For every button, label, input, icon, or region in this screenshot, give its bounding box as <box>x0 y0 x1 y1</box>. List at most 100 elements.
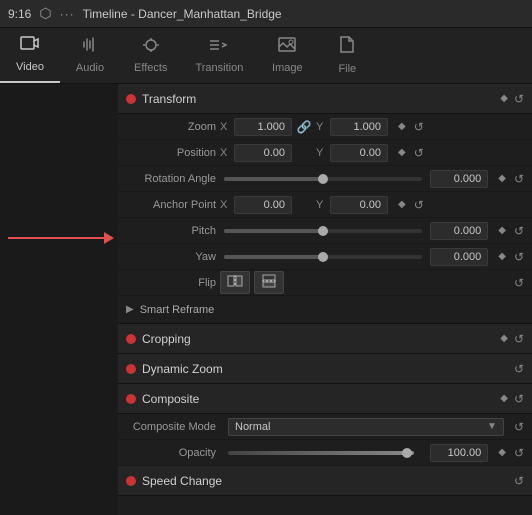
opacity-label: Opacity <box>126 447 216 459</box>
left-arrow-area <box>0 84 118 515</box>
rotation-row: Rotation Angle 0.000 ◆ ↺ <box>118 166 532 192</box>
dynamic-zoom-toggle[interactable] <box>126 364 136 374</box>
composite-mode-row: Composite Mode Normal ▼ ↺ <box>118 414 532 440</box>
pitch-slider-fill <box>224 229 323 233</box>
tab-effects[interactable]: Effects <box>120 28 181 83</box>
speed-change-actions: ↺ <box>514 474 524 488</box>
zoom-x-label: X <box>220 121 230 133</box>
transform-keyframe-icon[interactable]: ◆ <box>500 93 508 104</box>
transition-tab-icon <box>209 37 229 58</box>
tab-audio[interactable]: Audio <box>60 28 120 83</box>
flip-reset-icon[interactable]: ↺ <box>514 276 524 290</box>
pitch-slider[interactable] <box>224 229 422 233</box>
rotation-label: Rotation Angle <box>126 173 216 185</box>
topbar-app-icon: ⬡ <box>39 5 51 22</box>
transform-reset-icon[interactable]: ↺ <box>514 92 524 106</box>
anchor-x-value[interactable]: 0.00 <box>234 196 292 214</box>
composite-mode-label: Composite Mode <box>126 421 216 433</box>
flip-v-icon <box>261 274 277 288</box>
speed-change-reset-icon[interactable]: ↺ <box>514 474 524 488</box>
anchor-reset-icon[interactable]: ↺ <box>414 198 424 212</box>
pitch-row: Pitch 0.000 ◆ ↺ <box>118 218 532 244</box>
pitch-value[interactable]: 0.000 <box>430 222 488 240</box>
anchor-keyframe-icon[interactable]: ◆ <box>398 199 406 210</box>
zoom-y-value[interactable]: 1.000 <box>330 118 388 136</box>
composite-keyframe-icon[interactable]: ◆ <box>500 393 508 404</box>
position-keyframe-icon[interactable]: ◆ <box>398 147 406 158</box>
yaw-reset-icon[interactable]: ↺ <box>514 250 524 264</box>
rotation-slider[interactable] <box>224 177 422 181</box>
yaw-slider-thumb[interactable] <box>318 252 328 262</box>
speed-change-toggle[interactable] <box>126 476 136 486</box>
arrow-head-icon <box>104 232 114 244</box>
zoom-keyframe-icon[interactable]: ◆ <box>398 121 406 132</box>
transform-actions: ◆ ↺ <box>500 92 524 106</box>
composite-mode-dropdown[interactable]: Normal ▼ <box>228 418 504 436</box>
position-y-label: Y <box>316 147 326 159</box>
smart-reframe-label: Smart Reframe <box>140 304 215 316</box>
cropping-reset-icon[interactable]: ↺ <box>514 332 524 346</box>
anchor-point-row: Anchor Point X 0.00 Y 0.00 ◆ ↺ <box>118 192 532 218</box>
tab-video-label: Video <box>16 61 44 73</box>
smart-reframe-row[interactable]: ▶ Smart Reframe <box>118 296 532 324</box>
cropping-actions: ◆ ↺ <box>500 332 524 346</box>
opacity-value[interactable]: 100.00 <box>430 444 488 462</box>
opacity-reset-icon[interactable]: ↺ <box>514 446 524 460</box>
pitch-keyframe-icon[interactable]: ◆ <box>498 225 506 236</box>
tab-video[interactable]: Video <box>0 28 60 83</box>
position-y-value[interactable]: 0.00 <box>330 144 388 162</box>
yaw-keyframe-icon[interactable]: ◆ <box>498 251 506 262</box>
speed-change-section-header: Speed Change ↺ <box>118 466 532 496</box>
tab-file[interactable]: File <box>317 28 377 83</box>
yaw-label: Yaw <box>126 251 216 263</box>
yaw-slider[interactable] <box>224 255 422 259</box>
transform-section-header: Transform ◆ ↺ <box>118 84 532 114</box>
transform-label: Transform <box>142 92 494 106</box>
smart-reframe-chevron-icon: ▶ <box>126 304 134 315</box>
rotation-keyframe-icon[interactable]: ◆ <box>498 173 506 184</box>
effects-tab-icon <box>142 37 160 58</box>
position-x-value[interactable]: 0.00 <box>234 144 292 162</box>
tab-audio-label: Audio <box>76 62 104 74</box>
tab-file-label: File <box>338 63 356 75</box>
composite-mode-reset-icon[interactable]: ↺ <box>514 420 524 434</box>
audio-tab-icon <box>81 37 99 58</box>
inspector-panel: Transform ◆ ↺ Zoom X 1.000 🔗 Y 1.000 ◆ ↺… <box>118 84 532 515</box>
dynamic-zoom-label: Dynamic Zoom <box>142 362 508 376</box>
link-icon[interactable]: 🔗 <box>296 120 312 134</box>
rotation-reset-icon[interactable]: ↺ <box>514 172 524 186</box>
composite-reset-icon[interactable]: ↺ <box>514 392 524 406</box>
flip-horizontal-button[interactable] <box>220 271 250 294</box>
transform-toggle[interactable] <box>126 94 136 104</box>
tab-transition[interactable]: Transition <box>181 28 257 83</box>
tab-image[interactable]: Image <box>257 28 317 83</box>
yaw-value[interactable]: 0.000 <box>430 248 488 266</box>
yaw-slider-fill <box>224 255 323 259</box>
rotation-value[interactable]: 0.000 <box>430 170 488 188</box>
rotation-slider-thumb[interactable] <box>318 174 328 184</box>
anchor-y-value[interactable]: 0.00 <box>330 196 388 214</box>
dynamic-zoom-arrow-indicator <box>8 232 114 244</box>
zoom-x-value[interactable]: 1.000 <box>234 118 292 136</box>
opacity-keyframe-icon[interactable]: ◆ <box>498 447 506 458</box>
opacity-slider-thumb[interactable] <box>402 448 412 458</box>
cropping-toggle[interactable] <box>126 334 136 344</box>
flip-vertical-button[interactable] <box>254 271 284 294</box>
speed-change-label: Speed Change <box>142 474 508 488</box>
composite-actions: ◆ ↺ <box>500 392 524 406</box>
zoom-reset-icon[interactable]: ↺ <box>414 120 424 134</box>
flip-row: Flip ↺ <box>118 270 532 296</box>
cropping-keyframe-icon[interactable]: ◆ <box>500 333 508 344</box>
opacity-slider[interactable] <box>228 451 414 455</box>
tab-image-label: Image <box>272 62 303 74</box>
position-reset-icon[interactable]: ↺ <box>414 146 424 160</box>
dynamic-zoom-reset-icon[interactable]: ↺ <box>514 362 524 376</box>
zoom-label: Zoom <box>126 121 216 133</box>
topbar-more-button[interactable]: ··· <box>60 7 75 21</box>
anchor-label: Anchor Point <box>126 199 216 211</box>
pitch-reset-icon[interactable]: ↺ <box>514 224 524 238</box>
flip-label: Flip <box>126 277 216 289</box>
position-x-label: X <box>220 147 230 159</box>
composite-toggle[interactable] <box>126 394 136 404</box>
pitch-slider-thumb[interactable] <box>318 226 328 236</box>
